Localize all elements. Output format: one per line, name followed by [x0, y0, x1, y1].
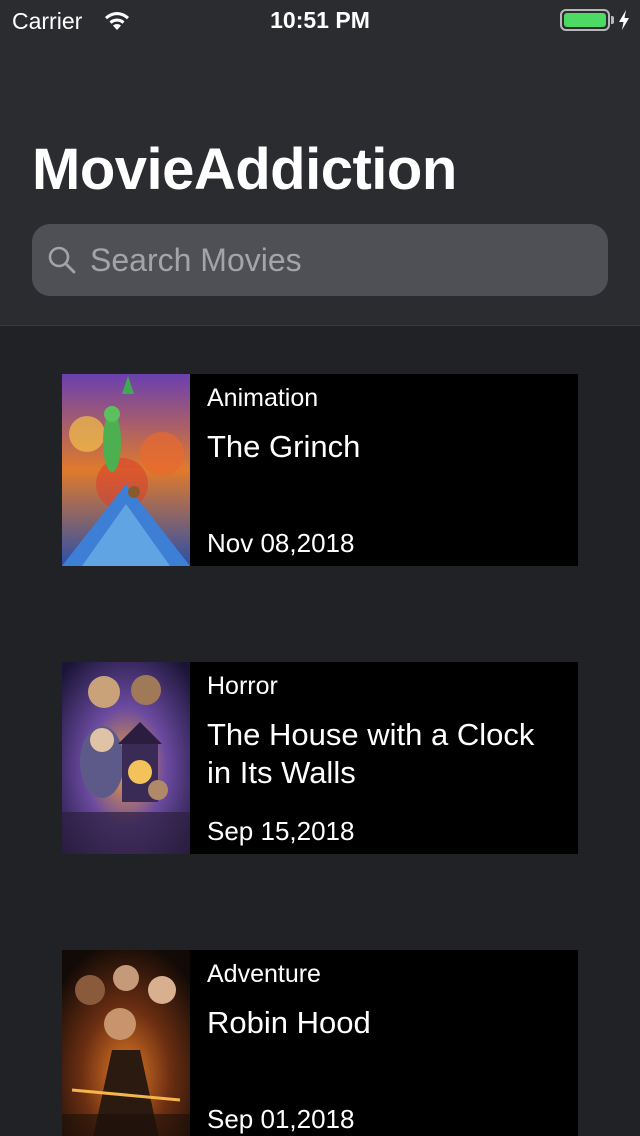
- movie-title: The House with a Clock in Its Walls: [207, 717, 535, 790]
- status-bar: Carrier 10:51 PM: [0, 0, 640, 40]
- movie-card[interactable]: Adventure Robin Hood Sep 01,2018: [62, 950, 578, 1136]
- navigation-header: Carrier 10:51 PM MovieAddiction: [0, 0, 640, 326]
- clock: 10:51 PM: [270, 7, 370, 33]
- movie-release-date: Sep 15,2018: [207, 816, 355, 846]
- movie-poster: [62, 662, 190, 854]
- movie-genre: Animation: [207, 384, 319, 412]
- battery-icon: [560, 9, 610, 31]
- search-icon: [48, 246, 76, 274]
- movie-release-date: Sep 01,2018: [207, 1104, 355, 1134]
- movie-release-date: Nov 08,2018: [207, 528, 355, 558]
- movie-poster: [62, 950, 190, 1136]
- movie-card[interactable]: Horror The House with a Clock in Its Wal…: [62, 662, 578, 854]
- page-title: MovieAddiction: [32, 137, 457, 202]
- movie-poster: [62, 374, 190, 566]
- search-bar[interactable]: [32, 224, 608, 296]
- search-input[interactable]: [90, 224, 590, 296]
- bolt-icon: [619, 10, 629, 30]
- movie-genre: Horror: [207, 672, 278, 700]
- movie-title: Robin Hood: [207, 1005, 371, 1040]
- movie-title: The Grinch: [207, 429, 361, 464]
- movie-card[interactable]: Animation The Grinch Nov 08,2018: [62, 374, 578, 566]
- battery-tip: [611, 16, 614, 24]
- battery-level: [564, 13, 606, 27]
- movie-genre: Adventure: [207, 960, 321, 988]
